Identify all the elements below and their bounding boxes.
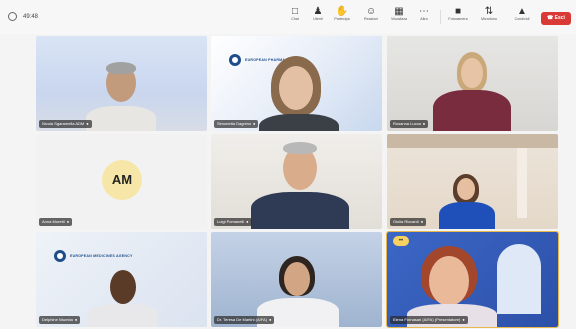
leave-button[interactable]: ☎ Esci xyxy=(541,12,571,25)
participant-video xyxy=(461,58,483,88)
more-icon: ⋯ xyxy=(419,6,429,17)
participant-video xyxy=(429,256,469,306)
logo-mark-icon xyxy=(229,54,241,66)
mic-muted-icon: ● xyxy=(74,317,78,322)
participant-video xyxy=(259,114,339,131)
participant-video xyxy=(439,202,495,229)
camera-icon: ■ xyxy=(454,6,462,17)
meeting-toolbar: 49:48 □ Chat ♟ Utenti ✋ Partecipa ☺ Reaz… xyxy=(0,0,576,34)
meeting-info[interactable]: 49:48 xyxy=(8,12,38,21)
participant-tile[interactable]: Nicola Sgaramella ADM ● xyxy=(36,36,207,131)
security-shield-icon xyxy=(8,12,17,21)
participant-video xyxy=(457,178,475,200)
organization-logo: EUROPEAN MEDICINES AGENCY xyxy=(54,250,133,262)
camera-button[interactable]: ■ Fotocamera xyxy=(447,6,469,28)
participant-video xyxy=(283,142,317,154)
participant-video xyxy=(86,106,156,131)
mic-icon: ⇅ xyxy=(484,6,494,17)
more-button[interactable]: ⋯ Altro xyxy=(413,6,435,28)
participant-name: Dr. Teresa De Martini (AIFA) ● xyxy=(214,316,275,324)
mic-muted-icon: ● xyxy=(422,121,426,126)
participant-video xyxy=(279,66,313,110)
mic-muted-icon: ● xyxy=(66,219,70,224)
share-button[interactable]: ▲ Condividi xyxy=(511,6,533,28)
participant-video xyxy=(517,148,527,218)
mic-muted-icon: ● xyxy=(246,219,249,224)
participant-name: Rosanna Lucca ● xyxy=(390,120,429,128)
participant-name: Simonetta Dagnino ● xyxy=(214,120,259,128)
participant-video xyxy=(106,62,136,74)
participant-avatar: AM xyxy=(102,160,142,200)
video-grid: Nicola Sgaramella ADM ● EUROPEAN PHARMA A… xyxy=(36,36,559,328)
audio-level-icon: •• xyxy=(393,236,409,246)
toolbar-divider xyxy=(440,10,441,24)
participant-name: Giulia Riccardi ● xyxy=(390,218,427,226)
participant-name: Nicola Sgaramella ADM ● xyxy=(39,120,92,128)
participant-tile[interactable]: Giulia Riccardi ● xyxy=(387,134,558,229)
participant-tile[interactable]: Dr. Teresa De Martini (AIFA) ● xyxy=(211,232,382,327)
participant-video xyxy=(497,244,541,314)
participant-name: Anna Moretti ● xyxy=(39,218,73,226)
view-icon: ▦ xyxy=(394,6,404,17)
participant-video xyxy=(88,304,158,327)
mic-muted-icon: ● xyxy=(420,219,424,224)
participant-video xyxy=(284,262,310,296)
participant-tile[interactable]: Luigi Pomanelli ● xyxy=(211,134,382,229)
view-button[interactable]: ▦ Visualizza xyxy=(388,6,410,28)
participant-video xyxy=(110,270,136,304)
people-button[interactable]: ♟ Utenti xyxy=(307,6,329,28)
share-icon: ▲ xyxy=(517,6,527,17)
logo-mark-icon xyxy=(54,250,66,262)
participant-video xyxy=(433,90,511,131)
participant-tile[interactable]: Rosanna Lucca ● xyxy=(387,36,558,131)
participant-tile[interactable]: EUROPEAN MEDICINES AGENCY Delphine Ntumb… xyxy=(36,232,207,327)
reactions-icon: ☺ xyxy=(365,6,377,17)
participant-name: Luigi Pomanelli ● xyxy=(214,218,252,226)
mic-muted-icon: ● xyxy=(253,121,256,126)
mic-on-icon: ● xyxy=(462,317,465,322)
raise-hand-icon: ✋ xyxy=(335,6,349,17)
participant-tile[interactable]: AM Anna Moretti ● xyxy=(36,134,207,229)
mic-muted-icon: ● xyxy=(86,121,89,126)
raise-hand-button[interactable]: ✋ Partecipa xyxy=(331,6,353,28)
participant-name: Elena Fornasari (AIFA) (Presentatore) ● xyxy=(390,316,468,324)
mic-muted-icon: ● xyxy=(268,317,272,322)
chat-button[interactable]: □ Chat xyxy=(284,6,306,28)
reactions-button[interactable]: ☺ Reazioni xyxy=(360,6,382,28)
people-icon: ♟ xyxy=(313,6,323,17)
participant-tile-active-speaker[interactable]: •• Elena Fornasari (AIFA) (Presentatore)… xyxy=(386,231,559,328)
participant-video xyxy=(387,134,558,148)
participant-name: Delphine Ntumba ● xyxy=(39,316,81,324)
chat-icon: □ xyxy=(291,6,299,17)
meeting-timer: 49:48 xyxy=(23,13,39,20)
phone-hangup-icon: ☎ xyxy=(547,15,554,21)
mic-button[interactable]: ⇅ Microfono xyxy=(478,6,500,28)
participant-video xyxy=(251,192,349,229)
participant-tile[interactable]: EUROPEAN PHARMA AGENCY Simonetta Dagnino… xyxy=(211,36,382,131)
